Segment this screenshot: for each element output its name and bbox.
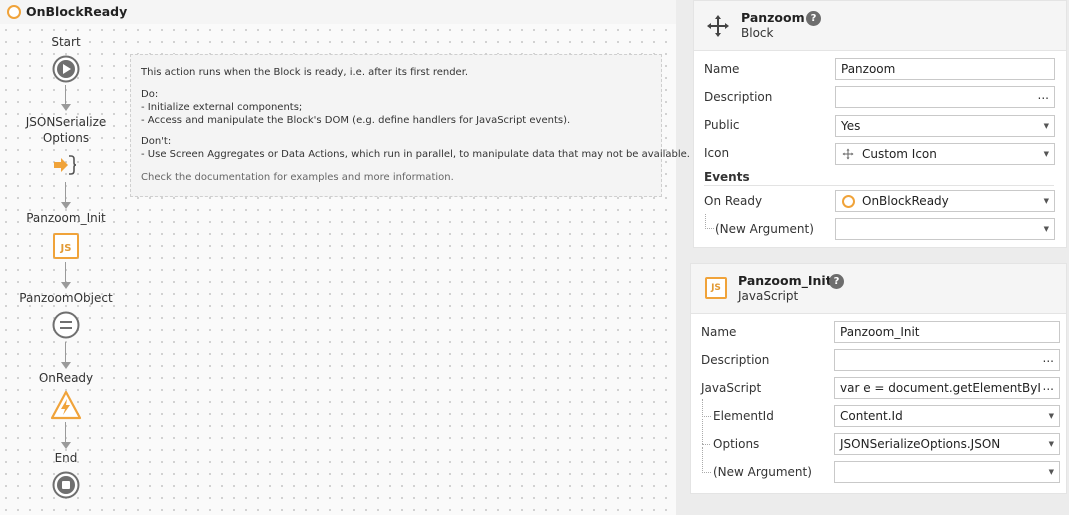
move-arrows-icon [842,148,854,160]
name-label: Name [704,62,740,76]
client-action-icon [842,195,855,208]
flow-editor: OnBlockReady Start JSONSerialize Options… [0,0,690,515]
public-value: Yes [841,119,861,133]
block-title: Panzoom [741,10,805,25]
node-label-on-ready: OnReady [38,371,94,385]
icon-value: Custom Icon [862,147,937,161]
help-icon[interactable]: ? [806,11,821,26]
more-button[interactable]: ... [1038,87,1049,105]
options-label: Options [713,437,760,451]
block-properties-header: Panzoom ? Block [694,1,1066,51]
connector-arrow [61,282,71,289]
on-ready-value: OnBlockReady [862,194,949,208]
chevron-down-icon: ▼ [1043,197,1049,205]
javascript-code-value: var e = document.getElementByI ↵ [840,381,1055,395]
node-label-end: End [54,451,78,465]
events-heading: Events [704,170,750,184]
on-ready-select[interactable]: OnBlockReady ▼ [835,190,1055,212]
chevron-down-icon: ▼ [1048,468,1054,476]
chevron-down-icon: ▼ [1043,122,1049,130]
svg-text:JS: JS [60,243,72,254]
comment-line: - Use Screen Aggregates or Data Actions,… [141,149,690,160]
icon-label: Icon [704,146,730,160]
element-id-value: Content.Id [840,409,903,423]
flow-comment[interactable]: This action runs when the Block is ready… [130,54,690,197]
connector-arrow [61,442,71,449]
chevron-down-icon: ▼ [1048,412,1054,420]
flow-header: OnBlockReady [0,0,676,25]
comment-line: This action runs when the Block is ready… [141,67,469,78]
connector-arrow [61,104,71,111]
description-label: Description [701,353,770,367]
block-properties-panel: Panzoom ? Block Name Panzoom Description… [693,0,1067,248]
javascript-label: JavaScript [701,381,762,395]
element-id-select[interactable]: Content.Id ▼ [834,405,1060,427]
edit-code-button[interactable]: ... [1040,378,1054,396]
options-value: JSONSerializeOptions.JSON [840,437,1001,451]
javascript-properties-header: JS Panzoom_Init ? JavaScript [691,264,1066,314]
new-argument-label: (New Argument) [715,222,814,236]
node-label-panzoom-object: PanzoomObject [19,291,113,305]
description-field[interactable]: ... [835,86,1055,108]
tree-connector [702,399,711,417]
tree-connector [702,440,710,445]
trigger-event-icon[interactable] [50,390,82,422]
move-arrows-icon [707,15,729,37]
new-argument-select[interactable]: ▼ [834,461,1060,483]
start-play-icon[interactable] [52,55,80,83]
comment-line: Don't: [141,136,172,147]
chevron-down-icon: ▼ [1043,225,1049,233]
comment-line: - Initialize external components; [141,102,303,113]
help-icon[interactable]: ? [829,274,844,289]
connector-arrow [61,202,71,209]
chevron-down-icon: ▼ [1043,150,1049,158]
block-subtitle: Block [741,26,774,40]
connector [65,342,66,363]
javascript-properties-panel: JS Panzoom_Init ? JavaScript Name Panzoo… [690,263,1067,494]
comment-line: Do: [141,89,159,100]
connector [65,422,66,443]
end-stop-icon[interactable] [52,471,80,499]
comment-line: Check the documentation for examples and… [141,172,454,183]
description-label: Description [704,90,773,104]
node-label-panzoom-init: Panzoom_Init [26,211,106,225]
public-select[interactable]: Yes ▼ [835,115,1055,137]
flow-canvas[interactable]: Start JSONSerialize Options Panzoom_Init… [0,24,690,515]
on-ready-label: On Ready [704,194,763,208]
javascript-icon[interactable]: JS [52,232,80,260]
options-select[interactable]: JSONSerializeOptions.JSON ▼ [834,433,1060,455]
comment-line: - Access and manipulate the Block's DOM … [141,115,571,126]
name-field[interactable]: Panzoom_Init [834,321,1060,343]
chevron-down-icon: ▼ [1048,440,1054,448]
connector [65,262,66,283]
connector [65,85,66,105]
public-label: Public [704,118,740,132]
element-id-label: ElementId [713,409,774,423]
client-action-icon [7,5,21,19]
js-title: Panzoom_Init [738,273,832,288]
name-field[interactable]: Panzoom [835,58,1055,80]
javascript-icon: JS [705,277,727,299]
tree-connector [705,214,714,229]
more-button[interactable]: ... [1043,350,1054,368]
node-label-start: Start [51,35,81,49]
tree-connector [702,447,711,473]
json-serialize-icon[interactable] [52,151,80,179]
node-label-json-serialize: JSONSerialize Options [25,115,107,145]
flow-title: OnBlockReady [26,4,128,19]
icon-select[interactable]: Custom Icon ▼ [835,143,1055,165]
javascript-code-field[interactable]: var e = document.getElementByI ↵ ... [834,377,1060,399]
new-argument-select[interactable]: ▼ [835,218,1055,240]
connector-arrow [61,362,71,369]
assign-icon[interactable] [52,311,80,339]
events-divider [704,185,1054,186]
name-label: Name [701,325,737,339]
new-argument-label: (New Argument) [713,465,812,479]
description-field[interactable]: ... [834,349,1060,371]
js-subtitle: JavaScript [738,289,799,303]
connector [65,182,66,203]
